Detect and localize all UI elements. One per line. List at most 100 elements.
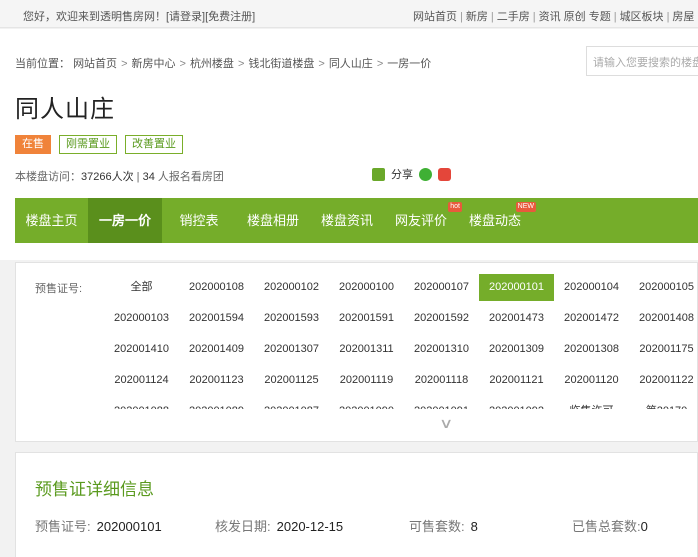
top-bar: 您好，欢迎来到透明售房网！[请登录][免费注册] 网站首页 | 新房 | 二手房 | 资讯 … xyxy=(0,0,698,28)
permit-option[interactable]: 临售许可(2017) xyxy=(554,398,629,409)
tab-reviews[interactable]: 网友评价 hot xyxy=(384,198,462,243)
field-label: 预售证号: xyxy=(35,519,91,534)
permit-option[interactable]: 第20170 xyxy=(629,398,697,409)
tab-label: 销控表 xyxy=(179,213,219,228)
permit-option[interactable]: 202001122 xyxy=(629,367,697,394)
permit-option[interactable]: 202000108 xyxy=(179,274,254,301)
top-link-secondhand[interactable]: 二手房 xyxy=(497,11,530,23)
permit-option[interactable]: 202001123 xyxy=(179,367,254,394)
tab-one-price[interactable]: 一房一价 xyxy=(88,198,162,243)
top-link-house[interactable]: 房屋 xyxy=(672,11,694,23)
tab-label: 楼盘资讯 xyxy=(320,213,373,228)
permit-option[interactable]: 202001091 xyxy=(404,398,479,409)
permit-option[interactable]: 202001592 xyxy=(404,305,479,332)
permit-option[interactable]: 202001310 xyxy=(404,336,479,363)
detail-field-issue-date: 核发日期: 2020-12-15 xyxy=(215,516,343,535)
login-link[interactable]: [请登录] xyxy=(166,11,205,23)
permit-option[interactable]: 202001125 xyxy=(254,367,329,394)
permit-option[interactable]: 202000100 xyxy=(329,274,404,301)
tag-first-home: 刚需置业 xyxy=(59,135,117,154)
estate-tags: 在售 刚需置业 改善置业 xyxy=(15,135,183,154)
welcome-area: 您好，欢迎来到透明售房网！[请登录][免费注册] xyxy=(23,8,255,24)
tab-estate-updates[interactable]: 楼盘动态 NEW xyxy=(458,198,536,243)
presale-label: 预售证号: xyxy=(35,283,83,295)
breadcrumb-item-street[interactable]: 钱北街道楼盘 xyxy=(248,58,314,70)
share-icon[interactable] xyxy=(372,167,385,181)
permit-option[interactable]: 202001311 xyxy=(329,336,404,363)
permit-option[interactable]: 202001090 xyxy=(329,398,404,409)
tab-estate-home[interactable]: 楼盘主页 xyxy=(15,198,88,243)
permit-option[interactable]: 202001092 xyxy=(479,398,554,409)
top-link-district[interactable]: 城区板块 xyxy=(620,11,664,23)
permit-option[interactable]: 202001473 xyxy=(479,305,554,332)
permit-option[interactable]: 202001118 xyxy=(404,367,479,394)
field-value: 8 xyxy=(470,519,478,534)
breadcrumb-item-home[interactable]: 网站首页 xyxy=(73,58,117,70)
breadcrumb-item-current: 一房一价 xyxy=(387,58,432,70)
visit-count: 37266人次 xyxy=(81,171,134,183)
permit-option[interactable]: 202000101 xyxy=(479,274,554,301)
detail-title: 预售证详细信息 xyxy=(35,480,154,499)
permit-option[interactable]: 202001591 xyxy=(329,305,404,332)
detail-field-permit: 预售证号: 202000101 xyxy=(35,516,162,535)
breadcrumb-separator: > xyxy=(121,58,128,70)
tab-label: 楼盘动态 xyxy=(468,213,521,228)
breadcrumb-prefix: 当前位置： xyxy=(15,58,70,70)
permit-option[interactable]: 202000107 xyxy=(404,274,479,301)
breadcrumb-item-newhouse[interactable]: 新房中心 xyxy=(132,58,176,70)
permit-option[interactable]: 202001410 xyxy=(104,336,179,363)
permit-option[interactable]: 202001309 xyxy=(479,336,554,363)
permit-option[interactable]: 202001472 xyxy=(554,305,629,332)
permit-option[interactable]: 202001087 xyxy=(254,398,329,409)
tag-upgrade-home: 改善置业 xyxy=(125,135,183,154)
enroll-count: 34 xyxy=(142,171,155,183)
breadcrumb-item-estate[interactable]: 同人山庄 xyxy=(329,58,373,70)
permit-option[interactable]: 202001089 xyxy=(179,398,254,409)
wechat-icon[interactable] xyxy=(419,167,432,181)
new-badge: NEW xyxy=(515,202,536,212)
field-value: 2020-12-15 xyxy=(276,519,344,534)
share-label[interactable]: 分享 xyxy=(391,166,413,182)
top-links: 网站首页 | 新房 | 二手房 | 资讯 原创 专题 | 城区板块 | 房屋 xyxy=(413,8,694,24)
expand-chevron-icon[interactable]: ∨​ xyxy=(439,415,453,432)
permit-option-all[interactable]: 全部 xyxy=(104,274,179,301)
permit-option[interactable]: 202001175 xyxy=(629,336,697,363)
breadcrumb: 当前位置： 网站首页 > 新房中心 > 杭州楼盘 > 钱北街道楼盘 > 同人山庄 > 一房一价 xyxy=(15,55,431,71)
permit-option[interactable]: 202001088 xyxy=(104,398,179,409)
permit-option[interactable]: 202001594 xyxy=(179,305,254,332)
detail-field-available: 可售套数: 8 xyxy=(409,516,478,535)
permit-option[interactable]: 202001121 xyxy=(479,367,554,394)
divider: | xyxy=(460,11,463,23)
top-link-newhouse[interactable]: 新房 xyxy=(466,11,488,23)
permit-option[interactable]: 202001408 xyxy=(629,305,697,332)
tab-sales-control[interactable]: 销控表 xyxy=(162,198,236,243)
breadcrumb-separator: > xyxy=(318,58,325,70)
breadcrumb-item-city[interactable]: 杭州楼盘 xyxy=(190,58,234,70)
tab-photo-album[interactable]: 楼盘相册 xyxy=(236,198,310,243)
divider: | xyxy=(532,11,536,23)
permit-option[interactable]: 202001308 xyxy=(554,336,629,363)
share-bar: 分享 xyxy=(372,166,451,182)
search-input[interactable]: 请输入您要搜索的楼盘 xyxy=(586,46,698,76)
top-link-news[interactable]: 资讯 xyxy=(539,11,561,23)
page-title: 同人山庄 xyxy=(15,96,115,123)
permit-option[interactable]: 202001119 xyxy=(329,367,404,394)
permit-option[interactable]: 202001120 xyxy=(554,367,629,394)
divider: | xyxy=(666,11,670,23)
permit-option[interactable]: 202000105 xyxy=(629,274,697,301)
visit-stats: 本楼盘访问：37266人次 | 34 人报名看房团 xyxy=(15,171,224,183)
permit-option[interactable]: 202001409 xyxy=(179,336,254,363)
status-badge: 在售 xyxy=(15,135,51,154)
permit-option[interactable]: 202000104 xyxy=(554,274,629,301)
top-link-original[interactable]: 原创 xyxy=(564,11,586,23)
register-link[interactable]: [免费注册] xyxy=(205,11,255,23)
permit-option[interactable]: 202000103 xyxy=(104,305,179,332)
weibo-icon[interactable] xyxy=(438,167,451,181)
tab-estate-news[interactable]: 楼盘资讯 xyxy=(310,198,384,243)
permit-option[interactable]: 202001124 xyxy=(104,367,179,394)
top-link-special[interactable]: 专题 xyxy=(589,11,611,23)
permit-option[interactable]: 202000102 xyxy=(254,274,329,301)
top-link-home[interactable]: 网站首页 xyxy=(413,11,457,23)
permit-option[interactable]: 202001593 xyxy=(254,305,329,332)
permit-option[interactable]: 202001307 xyxy=(254,336,329,363)
